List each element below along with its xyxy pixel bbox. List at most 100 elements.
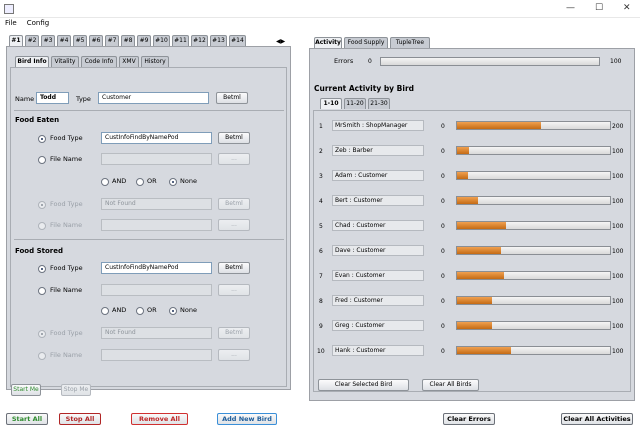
food-stored-betml-2-button[interactable]: Betml [218,327,250,339]
food-eaten-none-radio[interactable] [169,178,177,186]
tab-bird-10[interactable]: #10 [153,35,170,46]
tab-bird-9[interactable]: #9 [137,35,151,46]
name-field[interactable]: Todd [36,92,69,104]
food-eaten-file-name-radio[interactable] [38,156,46,164]
food-stored-browse-button[interactable]: ... [218,284,250,296]
food-stored-file-name-field[interactable] [101,284,212,296]
tab-bird-info[interactable]: Bird Info [15,56,49,67]
food-eaten-food-type-field[interactable]: CustInfoFindByNamePod [101,132,212,144]
food-stored-food-type-field[interactable]: CustInfoFindByNamePod [101,262,212,274]
food-eaten-and-radio[interactable] [101,178,109,186]
tab-range-11-20[interactable]: 11-20 [344,98,366,109]
add-new-bird-button[interactable]: Add New Bird [217,413,277,425]
menu-config[interactable]: Config [22,18,54,29]
maximize-icon[interactable]: ☐ [595,3,603,13]
food-stored-none-radio[interactable] [169,307,177,315]
tab-bird-12[interactable]: #12 [191,35,208,46]
row-index: 1 [319,123,323,130]
tab-tupletree[interactable]: TupleTree [390,37,430,48]
row-min: 0 [441,198,445,205]
remove-all-button[interactable]: Remove All [131,413,188,425]
tab-xmv[interactable]: XMV [119,56,139,67]
row-min: 0 [441,148,445,155]
tab-bird-11[interactable]: #11 [172,35,189,46]
row-min: 0 [441,323,445,330]
tab-code-info[interactable]: Code Info [81,56,117,67]
tab-bird-4[interactable]: #4 [57,35,71,46]
food-eaten-file-name-field[interactable] [101,153,212,165]
tab-bird-14[interactable]: #14 [229,35,246,46]
food-stored-food-type-2-radio[interactable] [38,330,46,338]
food-eaten-food-type-radio[interactable] [38,135,46,143]
clear-errors-button[interactable]: Clear Errors [443,413,495,425]
food-eaten-or-radio[interactable] [136,178,144,186]
tab-vitality[interactable]: Vitality [51,56,79,67]
activity-row[interactable]: 10 Hank : Customer 0 100 [314,345,630,357]
activity-row[interactable]: 4 Bert : Customer 0 100 [314,195,630,207]
activity-row[interactable]: 1 MrSmith : ShopManager 0 200 [314,120,630,132]
errors-min: 0 [368,58,372,65]
tab-bird-7[interactable]: #7 [105,35,119,46]
type-betml-button[interactable]: Betml [216,92,248,104]
food-stored-betml-button[interactable]: Betml [218,262,250,274]
bird-detail-panel: Bird Info Vitality Code Info XMV History Nam… [6,46,291,390]
tab-bird-6[interactable]: #6 [89,35,103,46]
row-min: 0 [441,273,445,280]
food-eaten-food-type-2-field[interactable]: Not Found [101,198,212,210]
tab-range-1-10[interactable]: 1-10 [320,98,342,109]
food-stored-food-type-radio[interactable] [38,265,46,273]
clear-selected-bird-button[interactable]: Clear Selected Bird [318,379,409,391]
type-field[interactable]: Customer [98,92,209,104]
tab-bird-5[interactable]: #5 [73,35,87,46]
activity-bar [456,321,611,330]
activity-row[interactable]: 3 Adam : Customer 0 100 [314,170,630,182]
food-eaten-file-name-2-radio[interactable] [38,222,46,230]
close-icon[interactable]: ✕ [623,3,631,13]
food-stored-file-name-2-field[interactable] [101,349,212,361]
tab-bird-2[interactable]: #2 [25,35,39,46]
food-stored-food-type-2-field[interactable]: Not Found [101,327,212,339]
clear-all-birds-button[interactable]: Clear All Birds [422,379,479,391]
activity-row[interactable]: 7 Evan : Customer 0 100 [314,270,630,282]
divider [14,110,284,111]
minimize-icon[interactable]: — [566,3,575,13]
activity-row[interactable]: 8 Fred : Customer 0 100 [314,295,630,307]
tab-bird-8[interactable]: #8 [121,35,135,46]
tab-bird-1[interactable]: #1 [9,35,23,46]
food-stored-file-name-2-radio[interactable] [38,352,46,360]
food-stored-or-radio[interactable] [136,307,144,315]
row-max: 100 [612,198,624,205]
stop-me-button[interactable]: Stop Me [61,384,91,396]
start-all-button[interactable]: Start All [6,413,48,425]
start-me-button[interactable]: Start Me [11,384,41,396]
activity-row[interactable]: 2 Zeb : Barber 0 100 [314,145,630,157]
food-eaten-browse-button[interactable]: ... [218,153,250,165]
tab-bird-13[interactable]: #13 [210,35,227,46]
bird-name: Zeb : Barber [332,145,424,156]
activity-row[interactable]: 6 Dave : Customer 0 100 [314,245,630,257]
activity-bar [456,146,611,155]
food-stored-and-radio[interactable] [101,307,109,315]
clear-all-activities-button[interactable]: Clear All Activities [561,413,633,425]
food-eaten-browse-2-button[interactable]: ... [218,219,250,231]
food-stored-browse-2-button[interactable]: ... [218,349,250,361]
food-eaten-file-name-2-field[interactable] [101,219,212,231]
row-index: 3 [319,173,323,180]
bird-name: Adam : Customer [332,170,424,181]
row-max: 100 [612,148,624,155]
tab-scroll-icon[interactable]: ◀▶ [276,38,285,45]
menu-file[interactable]: File [0,18,22,29]
stop-all-button[interactable]: Stop All [59,413,101,425]
row-max: 100 [612,273,624,280]
tab-food-supply[interactable]: Food Supply [344,37,388,48]
tab-bird-3[interactable]: #3 [41,35,55,46]
food-eaten-betml-2-button[interactable]: Betml [218,198,250,210]
food-eaten-betml-button[interactable]: Betml [218,132,250,144]
activity-row[interactable]: 9 Greg : Customer 0 100 [314,320,630,332]
tab-range-21-30[interactable]: 21-30 [368,98,390,109]
food-stored-file-name-radio[interactable] [38,287,46,295]
tab-activity[interactable]: Activity [314,37,342,48]
food-eaten-food-type-2-radio[interactable] [38,201,46,209]
tab-history[interactable]: History [141,56,169,67]
activity-row[interactable]: 5 Chad : Customer 0 100 [314,220,630,232]
